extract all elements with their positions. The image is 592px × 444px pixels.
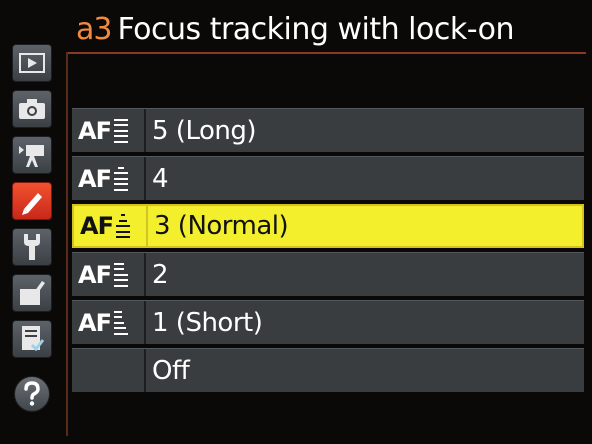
movie-camera-icon	[19, 145, 44, 167]
af-indicator: AF	[74, 206, 148, 246]
sidebar-item-movie[interactable]	[12, 136, 52, 174]
af-indicator: AF	[72, 157, 146, 200]
tracking-level-icon	[113, 118, 128, 143]
af-indicator: AF	[72, 109, 146, 152]
af-label: AF	[80, 212, 114, 240]
header-divider	[66, 52, 586, 54]
page-title: Focus tracking with lock-on	[117, 12, 514, 47]
menu-sidebar	[4, 40, 60, 440]
menu-header: a3 Focus tracking with lock-on	[76, 6, 514, 50]
af-label: AF	[78, 308, 112, 337]
option-label: Off	[152, 355, 190, 386]
sidebar-divider	[66, 52, 68, 436]
option-label: 1 (Short)	[152, 307, 263, 338]
af-label: AF	[78, 116, 112, 145]
option-label: 4	[152, 163, 169, 194]
tracking-level-icon	[113, 166, 128, 191]
tracking-level-icon	[113, 262, 128, 287]
sidebar-item-shooting[interactable]	[12, 90, 52, 128]
option-2[interactable]: AF 2	[72, 252, 584, 296]
play-icon	[19, 53, 45, 73]
pencil-icon	[22, 193, 42, 215]
tracking-level-icon	[115, 214, 130, 238]
option-label: 3 (Normal)	[154, 211, 289, 241]
af-indicator	[72, 349, 146, 392]
camera-icon	[19, 99, 45, 119]
option-off[interactable]: Off	[72, 348, 584, 392]
my-menu-icon	[22, 326, 45, 352]
option-1-short[interactable]: AF 1 (Short)	[72, 300, 584, 344]
help-icon	[24, 381, 40, 406]
tracking-level-icon	[113, 310, 128, 335]
option-4[interactable]: AF 4	[72, 156, 584, 200]
sidebar-item-setup[interactable]	[12, 228, 52, 266]
af-label: AF	[78, 164, 112, 193]
sidebar-item-custom-settings[interactable]	[12, 182, 52, 220]
af-indicator: AF	[72, 253, 146, 296]
sidebar-item-my-menu[interactable]	[12, 320, 52, 358]
wrench-icon	[24, 234, 40, 260]
option-5-long[interactable]: AF 5 (Long)	[72, 108, 584, 152]
camera-menu-screen: a3 Focus tracking with lock-on AF 5 (Lon…	[0, 0, 592, 444]
sidebar-item-help[interactable]	[14, 376, 50, 412]
option-3-normal[interactable]: AF 3 (Normal)	[72, 204, 584, 248]
sidebar-item-retouch[interactable]	[12, 274, 52, 312]
option-label: 2	[152, 259, 169, 290]
retouch-brush-icon	[20, 281, 45, 305]
menu-item-code: a3	[76, 12, 112, 47]
option-label: 5 (Long)	[152, 115, 257, 146]
af-label: AF	[78, 260, 112, 289]
sidebar-item-playback[interactable]	[12, 44, 52, 82]
af-indicator: AF	[72, 301, 146, 344]
